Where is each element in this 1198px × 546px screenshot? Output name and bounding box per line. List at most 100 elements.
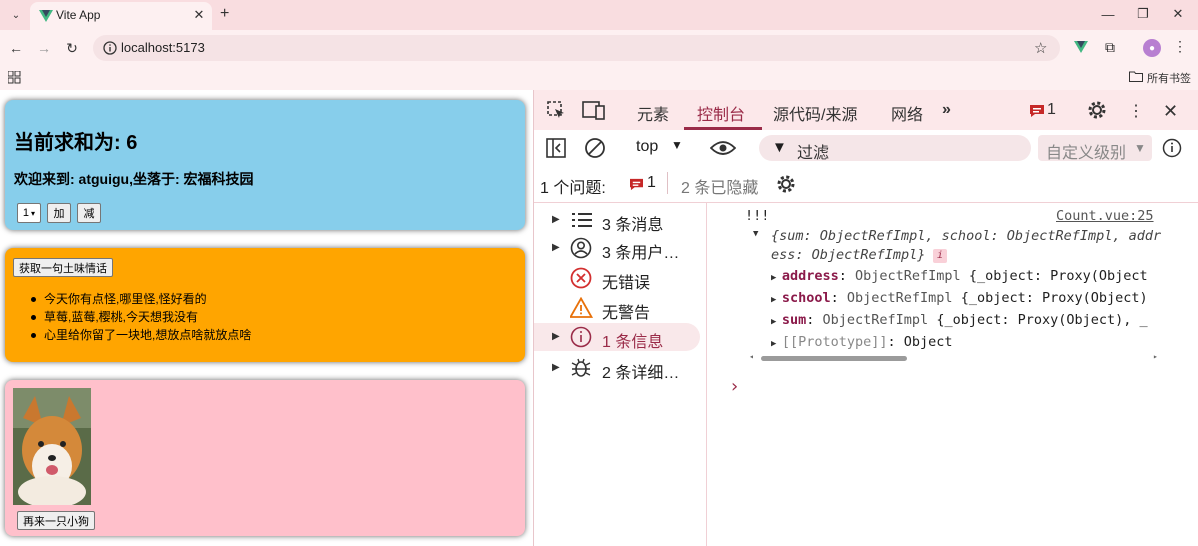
list-icon xyxy=(572,213,592,227)
more-dog-button[interactable]: 再来一只小狗 xyxy=(17,511,95,530)
prototype-key: [[Prototype]] xyxy=(781,334,888,350)
filter-placeholder: 过滤 xyxy=(797,145,830,162)
expand-arrow-icon[interactable]: ▶ xyxy=(552,242,560,253)
expand-arrow-icon[interactable]: ▶ xyxy=(552,362,560,373)
expand-arrow-icon[interactable]: ▶ xyxy=(552,331,560,342)
context-select[interactable]: top xyxy=(636,138,658,156)
settings-gear-icon[interactable] xyxy=(1086,99,1108,121)
tab-network[interactable]: 网络 xyxy=(891,101,923,125)
devtools-menu-icon[interactable]: ⋮ xyxy=(1128,101,1144,121)
info-badge[interactable]: i xyxy=(933,249,947,263)
prop-key: sum xyxy=(781,312,807,328)
browser-menu-icon[interactable]: ⋮ xyxy=(1173,38,1187,55)
expand-arrow-icon[interactable]: ▼ xyxy=(753,229,758,239)
console-sidebar: ▶ 3 条消息 ▶ 3 条用户… 无错误 无警告 ▶ 1 条信息 ▶ 2 条详细… xyxy=(534,202,707,546)
new-tab-button[interactable]: + xyxy=(220,5,229,23)
scroll-right-icon[interactable]: ▸ xyxy=(1153,352,1158,361)
devtools-tabbar: 元素 控制台 源代码/来源 网络 » 1 ⋮ ✕ xyxy=(534,90,1198,131)
horizontal-scrollbar[interactable]: ◂ ▸ xyxy=(749,352,1162,364)
chevron-down-icon: ▼ xyxy=(1134,141,1146,155)
tab-elements[interactable]: 元素 xyxy=(637,101,669,125)
issue-count[interactable]: 1 xyxy=(647,174,656,192)
issue-icon[interactable] xyxy=(629,178,644,191)
apps-grid-icon[interactable] xyxy=(8,71,21,84)
sidebar-item-info[interactable]: ▶ 1 条信息 xyxy=(534,323,700,351)
add-button[interactable]: 加 xyxy=(47,203,71,223)
dog-card: 再来一只小狗 xyxy=(5,380,525,536)
level-label: 自定义级别 xyxy=(1046,145,1127,162)
vue-devtools-extension-icon[interactable] xyxy=(1073,39,1089,55)
console-filter-bar: top ▼ ▼ 过滤 自定义级别 ▼ xyxy=(534,130,1198,166)
object-property-row[interactable]: ▶ school: ObjectRefImpl {_object: Proxy(… xyxy=(771,290,1148,306)
folder-icon xyxy=(1129,71,1143,82)
hidden-issues-label: 2 条已隐藏 xyxy=(681,180,759,197)
all-bookmarks-link[interactable]: 所有书签 xyxy=(1147,70,1191,86)
close-icon[interactable]: ✕ xyxy=(1163,4,1193,24)
tab-search-chevron-icon[interactable]: ⌄ xyxy=(6,6,26,24)
prototype-row[interactable]: ▶ [[Prototype]]: Object xyxy=(771,334,953,350)
console-filter-input[interactable]: ▼ 过滤 xyxy=(759,135,1031,162)
expand-arrow-icon[interactable]: ▶ xyxy=(771,295,782,305)
list-item: 今天你有点怪,哪里怪,怪好看的 xyxy=(30,290,251,308)
maximize-icon[interactable]: ❐ xyxy=(1128,4,1158,24)
error-icon xyxy=(570,267,592,289)
sidebar-item-label: 2 条详细… xyxy=(602,365,680,382)
console-prompt-icon[interactable]: › xyxy=(729,376,740,397)
console-output: !!! Count.vue:25 ▼ {sum: ObjectRefImpl, … xyxy=(707,202,1198,546)
scroll-left-icon[interactable]: ◂ xyxy=(749,352,754,361)
welcome-text: 欢迎来到: atguigu,坐落于: 宏福科技园 xyxy=(14,171,254,187)
sidebar-item-label: 无错误 xyxy=(602,275,651,292)
log-level-select[interactable]: 自定义级别 ▼ xyxy=(1038,135,1152,162)
object-summary[interactable]: {sum: ObjectRefImpl, school: ObjectRefIm… xyxy=(771,228,1161,244)
user-icon xyxy=(570,237,592,259)
profile-avatar[interactable]: ● xyxy=(1143,39,1161,57)
step-select[interactable]: 1 ▾ xyxy=(17,203,41,223)
inspect-element-icon[interactable] xyxy=(546,100,566,120)
close-devtools-icon[interactable]: ✕ xyxy=(1163,101,1178,122)
address-bar[interactable]: localhost:5173 ☆ xyxy=(93,35,1060,61)
device-toolbar-icon[interactable] xyxy=(582,100,606,120)
talk-list: 今天你有点怪,哪里怪,怪好看的 草莓,蓝莓,樱桃,今天想我没有 心里给你留了一块… xyxy=(30,290,251,344)
source-link[interactable]: Count.vue:25 xyxy=(1056,208,1154,224)
expand-arrow-icon[interactable]: ▶ xyxy=(771,339,782,349)
back-icon[interactable]: ← xyxy=(6,38,26,58)
sidebar-item-label: 3 条用户… xyxy=(602,245,680,262)
more-tabs-icon[interactable]: » xyxy=(942,101,951,119)
sidebar-item-messages[interactable]: ▶ 3 条消息 xyxy=(534,206,700,234)
sidebar-item-verbose[interactable]: ▶ 2 条详细… xyxy=(534,354,700,382)
issues-badge-count[interactable]: 1 xyxy=(1047,101,1056,119)
tab-sources[interactable]: 源代码/来源 xyxy=(773,101,857,125)
tab-close-icon[interactable]: ✕ xyxy=(190,6,208,24)
prop-gap xyxy=(961,268,969,284)
extensions-puzzle-icon[interactable]: ⧉ xyxy=(1101,38,1119,56)
sidebar-item-user-messages[interactable]: ▶ 3 条用户… xyxy=(534,234,700,262)
forward-icon[interactable]: → xyxy=(34,38,54,58)
bookmark-star-icon[interactable]: ☆ xyxy=(1034,39,1047,57)
issues-badge-icon[interactable] xyxy=(1029,104,1045,118)
site-info-icon[interactable] xyxy=(103,41,117,55)
browser-tab[interactable]: Vite App ✕ xyxy=(30,2,212,30)
clear-console-icon[interactable] xyxy=(584,137,606,159)
minimize-icon[interactable]: — xyxy=(1093,4,1123,24)
expand-arrow-icon[interactable]: ▶ xyxy=(771,273,782,283)
sidebar-toggle-icon[interactable] xyxy=(546,138,566,158)
info-icon[interactable] xyxy=(1162,138,1182,158)
reload-icon[interactable]: ↻ xyxy=(62,38,82,58)
scrollbar-thumb[interactable] xyxy=(761,356,907,361)
issues-label: 1 个问题: xyxy=(540,180,606,197)
prop-key: school xyxy=(781,290,831,306)
live-expression-eye-icon[interactable] xyxy=(710,140,736,156)
subtract-button[interactable]: 减 xyxy=(77,203,101,223)
prop-preview: {_object: Proxy(Object) xyxy=(960,290,1148,306)
sidebar-item-errors[interactable]: 无错误 xyxy=(534,264,700,292)
expand-arrow-icon[interactable]: ▶ xyxy=(552,214,560,225)
sidebar-item-warnings[interactable]: 无警告 xyxy=(534,294,700,322)
fetch-talk-button[interactable]: 获取一句土味情话 xyxy=(13,258,113,277)
prop-colon: : xyxy=(830,290,847,306)
object-property-row[interactable]: ▶ address: ObjectRefImpl {_object: Proxy… xyxy=(771,268,1148,284)
issues-settings-gear-icon[interactable] xyxy=(775,173,797,195)
expand-arrow-icon[interactable]: ▶ xyxy=(771,317,782,327)
step-value: 1 xyxy=(22,207,30,219)
object-property-row[interactable]: ▶ sum: ObjectRefImpl {_object: Proxy(Obj… xyxy=(771,312,1148,328)
tab-console[interactable]: 控制台 xyxy=(697,101,745,125)
